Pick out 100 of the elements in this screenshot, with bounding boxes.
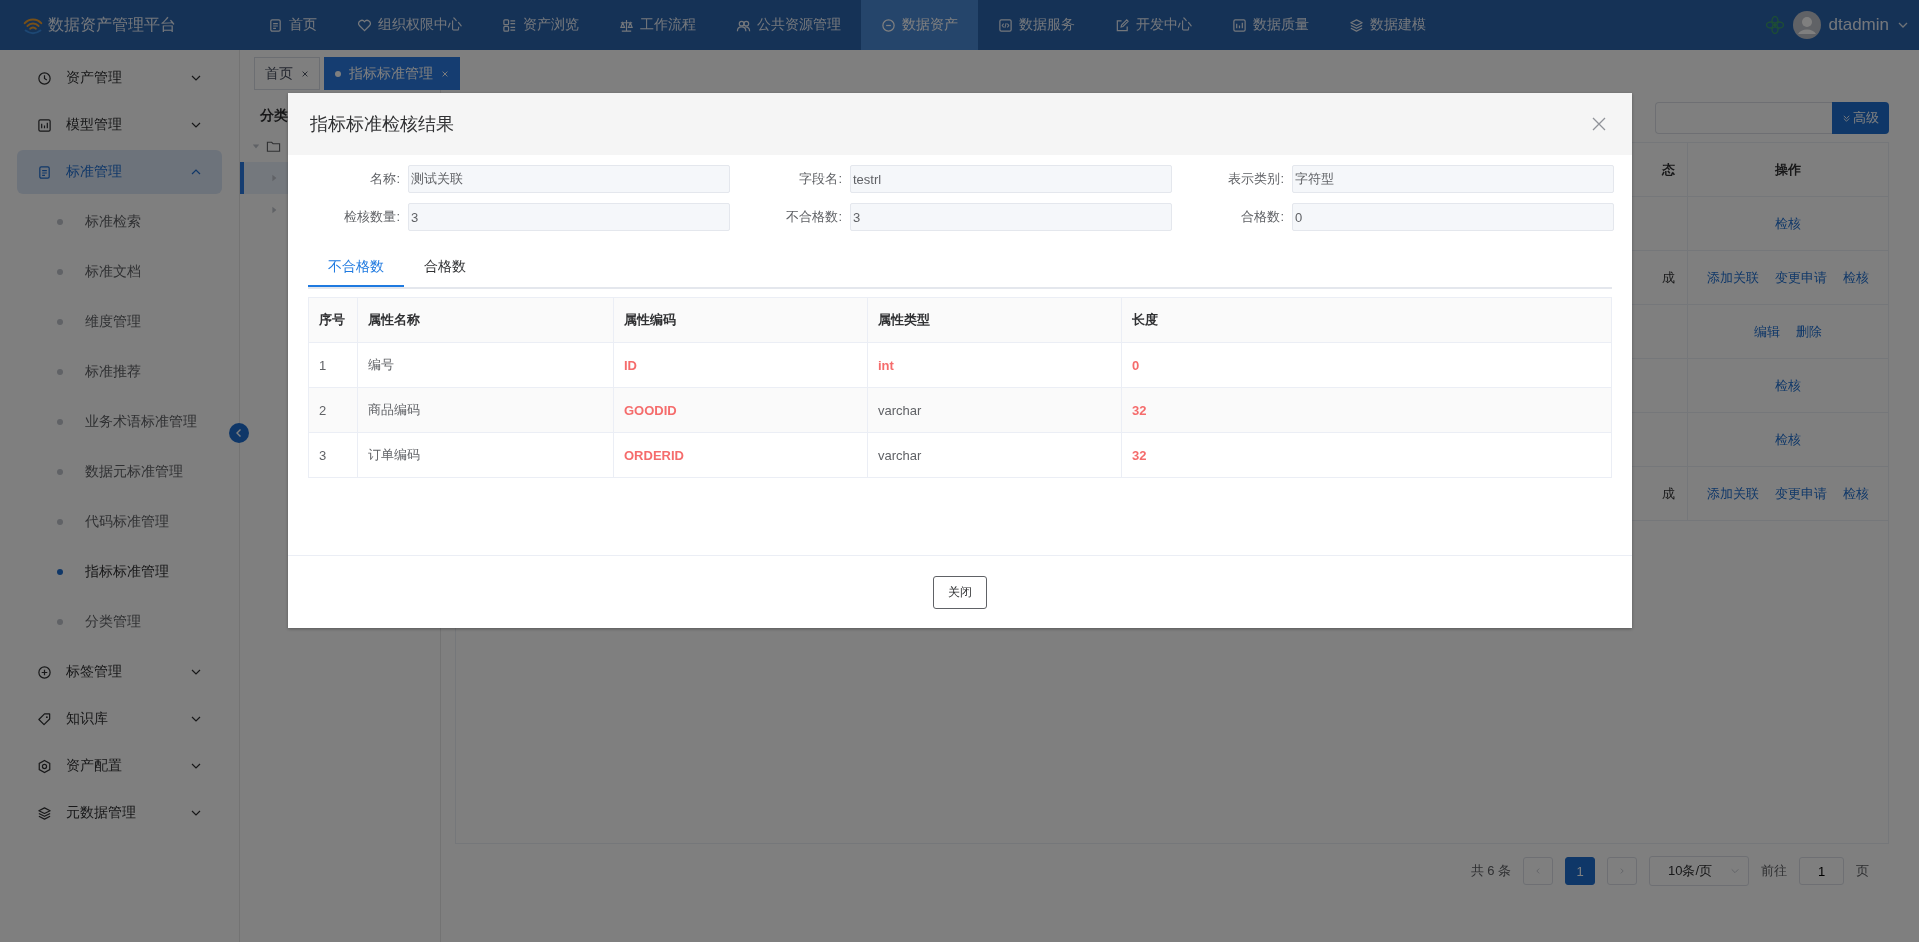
submenu-item[interactable]: 指标标准管理	[0, 547, 239, 597]
dialog-title: 指标标准检核结果	[310, 113, 454, 136]
table-cell-text: 0	[1131, 356, 1141, 375]
scale-icon	[619, 17, 634, 33]
caret-down-icon[interactable]	[252, 142, 260, 150]
page-unit: 页	[1856, 862, 1869, 880]
table-cell: varchar	[868, 388, 1122, 432]
nav-item[interactable]: 组织权限中心	[337, 0, 482, 50]
field-label: 合格数:	[1240, 208, 1285, 226]
column-header: 属性编码	[614, 298, 868, 342]
close-icon[interactable]	[1592, 117, 1606, 131]
heart-icon	[357, 17, 372, 33]
sidebar-item[interactable]: 模型管理	[17, 103, 222, 147]
status-text: 成	[1662, 484, 1675, 503]
user-name[interactable]: dtadmin	[1828, 15, 1889, 35]
column-header: 属性名称	[358, 298, 614, 342]
edit-icon	[1115, 17, 1130, 33]
nav-item[interactable]: 公共资源管理	[716, 0, 861, 50]
action-link[interactable]: 添加关联	[1707, 268, 1759, 287]
clock-icon	[37, 70, 52, 86]
nav-item[interactable]: 数据质量	[1212, 0, 1329, 50]
nav-item[interactable]: 数据建模	[1329, 0, 1446, 50]
submenu-item[interactable]: 标准检索	[0, 197, 239, 247]
submenu-item[interactable]: 维度管理	[0, 297, 239, 347]
action-link[interactable]: 变更申请	[1775, 484, 1827, 503]
nav-item[interactable]: 数据服务	[978, 0, 1095, 50]
table-cell: GOODID	[614, 388, 868, 432]
text-field[interactable]: 3	[408, 203, 730, 231]
action-link[interactable]: 检核	[1775, 430, 1801, 449]
layers-icon	[37, 805, 52, 821]
submenu-item[interactable]: 数据元标准管理	[0, 447, 239, 497]
field-label: 表示类别:	[1227, 170, 1285, 188]
app-title: 数据资产管理平台	[48, 14, 176, 35]
text-field[interactable]: 测试关联	[408, 165, 730, 193]
nav-item[interactable]: 数据资产	[861, 0, 978, 50]
action-link[interactable]: 添加关联	[1707, 484, 1759, 503]
page-size-select[interactable]: 10条/页	[1649, 856, 1749, 886]
page-input[interactable]: 1	[1799, 857, 1844, 885]
collapse-icon[interactable]	[229, 423, 249, 443]
action-link[interactable]: 变更申请	[1775, 268, 1827, 287]
submenu-item[interactable]: 标准文档	[0, 247, 239, 297]
nav-item[interactable]: 工作流程	[599, 0, 716, 50]
action-link[interactable]: 检核	[1843, 484, 1869, 503]
submenu-item[interactable]: 代码标准管理	[0, 497, 239, 547]
tab[interactable]: 不合格数	[308, 249, 404, 287]
column-header: 长度	[1131, 311, 1159, 329]
caret-right-icon[interactable]	[270, 206, 278, 214]
plus-circle-icon	[37, 664, 52, 680]
table-cell: varchar	[868, 433, 1122, 477]
table-cell: 1	[309, 343, 358, 387]
search-field[interactable]	[1655, 102, 1832, 134]
total-count: 共 6 条	[1470, 862, 1511, 880]
action-link[interactable]: 编辑	[1754, 322, 1780, 341]
field-label: 名称:	[369, 170, 401, 188]
sidebar-item[interactable]: 标签管理	[17, 650, 222, 694]
submenu-item[interactable]: 业务术语标准管理	[0, 397, 239, 447]
goto-label: 前往	[1761, 862, 1787, 880]
double-chevron-icon	[1842, 113, 1851, 123]
action-link[interactable]: 删除	[1796, 322, 1822, 341]
submenu-item[interactable]: 分类管理	[0, 597, 239, 647]
document-icon	[268, 17, 283, 33]
sidebar-item[interactable]: 元数据管理	[17, 791, 222, 835]
table-cell: 订单编码	[358, 433, 614, 477]
action-link[interactable]: 检核	[1775, 376, 1801, 395]
text-field[interactable]: testrl	[850, 165, 1172, 193]
close-icon[interactable]	[301, 69, 309, 78]
text-field[interactable]: 0	[1292, 203, 1614, 231]
sidebar-item[interactable]: 知识库	[17, 697, 222, 741]
table-cell-text: 32	[1131, 401, 1148, 420]
status-text: 成	[1662, 268, 1675, 287]
text-field[interactable]: 3	[850, 203, 1172, 231]
field-label: 不合格数:	[785, 208, 843, 226]
table-cell: ID	[614, 343, 868, 387]
page-tab[interactable]: 首页	[254, 57, 320, 90]
sidebar-item[interactable]: 标准管理	[17, 150, 222, 194]
chart-icon	[37, 117, 52, 133]
sidebar-item[interactable]: 资产配置	[17, 744, 222, 788]
nav-item[interactable]: 开发中心	[1095, 0, 1212, 50]
action-link[interactable]: 检核	[1843, 268, 1869, 287]
nav-item[interactable]: 资产浏览	[482, 0, 599, 50]
field-label: 检核数量:	[343, 208, 401, 226]
submenu-item[interactable]: 标准推荐	[0, 347, 239, 397]
column-header: 操作	[1774, 160, 1802, 179]
text-field[interactable]: 字符型	[1292, 165, 1614, 193]
tab[interactable]: 合格数	[404, 249, 486, 287]
document-icon	[37, 164, 52, 180]
page-number[interactable]: 1	[1565, 857, 1595, 885]
page-tab[interactable]: 指标标准管理	[324, 57, 460, 90]
avatar-icon[interactable]	[1792, 11, 1821, 39]
table-cell-text: 32	[1131, 446, 1148, 465]
flower-icon[interactable]	[1764, 15, 1785, 35]
advanced-button[interactable]: 高级	[1832, 102, 1889, 134]
table-cell: 3	[309, 433, 358, 477]
action-link[interactable]: 检核	[1775, 214, 1801, 233]
close-button[interactable]: 关闭	[933, 575, 987, 609]
table-cell: 商品编码	[358, 388, 614, 432]
nav-item[interactable]: 首页	[248, 0, 337, 50]
sidebar-item[interactable]: 资产管理	[17, 56, 222, 100]
column-header: 序号	[309, 298, 358, 342]
tag-icon	[37, 711, 52, 727]
